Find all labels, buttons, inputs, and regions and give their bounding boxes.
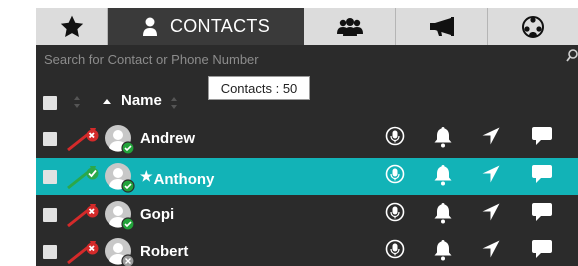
search-bar xyxy=(36,45,578,75)
tab-conference[interactable] xyxy=(488,8,578,45)
tab-favorites[interactable] xyxy=(36,8,108,45)
microphone-icon[interactable] xyxy=(385,202,405,227)
conference-icon xyxy=(522,15,544,38)
name-sort-icon[interactable] xyxy=(170,96,178,110)
star-icon xyxy=(60,15,83,37)
search-icon[interactable] xyxy=(566,49,578,63)
microphone-icon[interactable] xyxy=(385,126,405,151)
avatar xyxy=(104,200,136,237)
contact-row[interactable]: Gopi xyxy=(36,196,578,233)
call-missed-icon xyxy=(66,240,102,266)
row-actions xyxy=(385,164,575,190)
group-icon xyxy=(336,17,363,36)
tab-contacts[interactable]: CONTACTS xyxy=(108,8,304,45)
contacts-count-tooltip: Contacts : 50 xyxy=(208,76,310,100)
avatar xyxy=(104,162,136,199)
favorite-star-icon: ★ xyxy=(140,168,153,184)
person-icon xyxy=(142,17,157,36)
tab-bar: CONTACTS xyxy=(36,8,578,45)
call-ok-icon xyxy=(66,165,102,196)
contact-name[interactable]: Andrew xyxy=(140,130,195,147)
bell-icon[interactable] xyxy=(433,126,453,153)
bell-icon[interactable] xyxy=(433,239,453,266)
chat-bubble-icon[interactable] xyxy=(531,202,553,227)
avatar xyxy=(104,124,136,161)
row-actions xyxy=(385,202,575,228)
contact-row[interactable]: ★Anthony xyxy=(36,158,578,195)
location-arrow-icon[interactable] xyxy=(481,239,501,264)
sort-asc-icon[interactable] xyxy=(102,98,112,106)
contact-row[interactable]: Andrew xyxy=(36,120,578,157)
chat-bubble-icon[interactable] xyxy=(531,164,553,189)
bell-icon[interactable] xyxy=(433,202,453,229)
tab-broadcast[interactable] xyxy=(396,8,488,45)
location-arrow-icon[interactable] xyxy=(481,202,501,227)
select-all-checkbox[interactable] xyxy=(43,96,57,110)
row-actions xyxy=(385,126,575,152)
contact-name[interactable]: ★Anthony xyxy=(140,168,214,188)
name-column-header[interactable]: Name xyxy=(121,92,162,109)
contacts-panel: CONTACTS Search for Contact or Phone Num… xyxy=(36,8,578,266)
microphone-icon[interactable] xyxy=(385,239,405,264)
search-input[interactable] xyxy=(44,49,549,69)
contact-name[interactable]: Robert xyxy=(140,243,188,260)
row-actions xyxy=(385,239,575,265)
microphone-icon[interactable] xyxy=(385,164,405,189)
call-missed-icon xyxy=(66,127,102,158)
chat-bubble-icon[interactable] xyxy=(531,126,553,151)
chat-bubble-icon[interactable] xyxy=(531,239,553,264)
contact-name[interactable]: Gopi xyxy=(140,206,174,223)
location-arrow-icon[interactable] xyxy=(481,126,501,151)
contact-checkbox[interactable] xyxy=(43,245,57,259)
tab-contacts-label: CONTACTS xyxy=(169,16,271,36)
tab-groups[interactable] xyxy=(304,8,396,45)
contact-checkbox[interactable] xyxy=(43,132,57,146)
megaphone-icon xyxy=(429,16,454,36)
contact-checkbox[interactable] xyxy=(43,208,57,222)
location-arrow-icon[interactable] xyxy=(481,164,501,189)
call-missed-icon xyxy=(66,203,102,234)
contact-row[interactable]: Robert xyxy=(36,233,578,266)
contact-checkbox[interactable] xyxy=(43,170,57,184)
status-sort-icon[interactable] xyxy=(73,95,81,109)
avatar xyxy=(104,237,136,266)
bell-icon[interactable] xyxy=(433,164,453,191)
